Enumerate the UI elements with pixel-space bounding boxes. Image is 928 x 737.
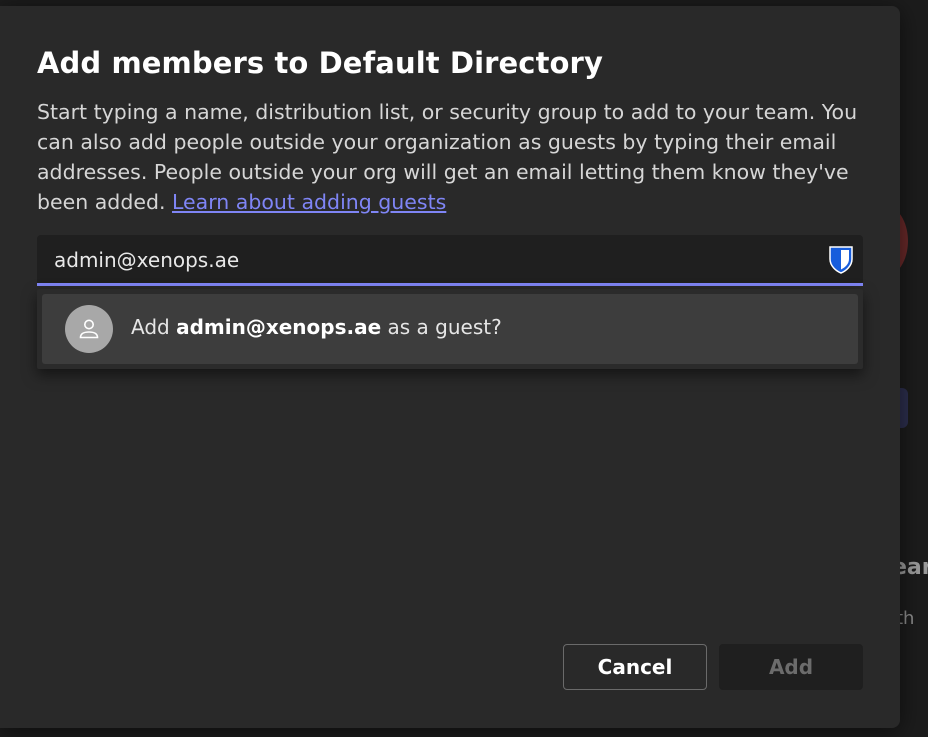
- member-search-box: [37, 235, 863, 286]
- suggestion-label: Add admin@xenops.ae as a guest?: [131, 315, 502, 339]
- add-guest-suggestion[interactable]: Add admin@xenops.ae as a guest?: [42, 294, 858, 364]
- cancel-button[interactable]: Cancel: [563, 644, 707, 690]
- dialog-title: Add members to Default Directory: [37, 46, 603, 80]
- add-members-dialog: Add members to Default Directory Start t…: [0, 6, 900, 728]
- member-search-input[interactable]: [54, 245, 814, 275]
- person-icon: [79, 319, 99, 339]
- dialog-description: Start typing a name, distribution list, …: [37, 97, 877, 217]
- shield-icon[interactable]: [829, 246, 853, 274]
- dialog-description-text: Start typing a name, distribution list, …: [37, 100, 858, 214]
- suggestion-email: admin@xenops.ae: [176, 315, 382, 339]
- learn-about-guests-link[interactable]: Learn about adding guests: [172, 190, 446, 214]
- add-button[interactable]: Add: [719, 644, 863, 690]
- suggestion-dropdown: Add admin@xenops.ae as a guest?: [37, 289, 863, 369]
- suggestion-prefix: Add: [131, 315, 177, 339]
- guest-avatar: [65, 305, 113, 353]
- suggestion-suffix: as a guest?: [381, 315, 502, 339]
